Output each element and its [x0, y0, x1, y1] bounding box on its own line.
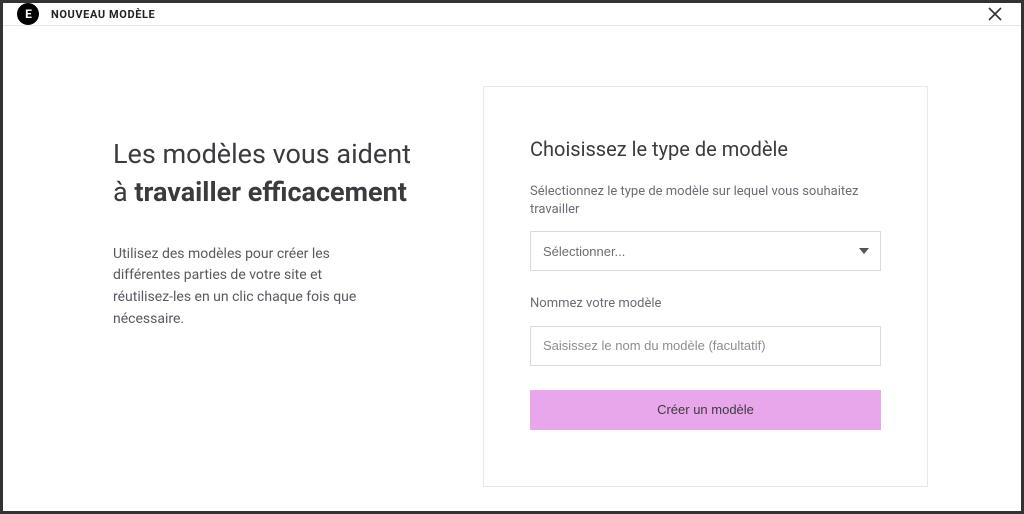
form-title: Choisissez le type de modèle [530, 137, 881, 161]
info-heading: Les modèles vous aident à travailler eff… [113, 136, 423, 212]
template-name-input[interactable] [530, 326, 881, 366]
template-type-label: Sélectionnez le type de modèle sur leque… [530, 183, 881, 219]
logo-text: E [25, 7, 31, 21]
template-type-select[interactable]: Sélectionner... [530, 231, 881, 271]
template-name-label: Nommez votre modèle [530, 295, 881, 313]
info-column: Les modèles vous aident à travailler eff… [113, 86, 423, 487]
heading-bold: travailler efficacement [134, 176, 406, 208]
template-type-select-wrap: Sélectionner... [530, 231, 881, 271]
close-icon [988, 7, 1002, 21]
modal-header: E NOUVEAU MODÈLE [3, 3, 1021, 26]
modal-window: E NOUVEAU MODÈLE Les modèles vous aident… [3, 3, 1021, 511]
close-button[interactable] [983, 3, 1007, 26]
modal-content: Les modèles vous aident à travailler eff… [3, 26, 1021, 511]
form-card: Choisissez le type de modèle Sélectionne… [483, 86, 928, 487]
info-description: Utilisez des modèles pour créer les diff… [113, 244, 373, 331]
elementor-logo-icon: E [17, 3, 39, 25]
create-template-button[interactable]: Créer un modèle [530, 390, 881, 430]
modal-title: NOUVEAU MODÈLE [51, 8, 155, 21]
